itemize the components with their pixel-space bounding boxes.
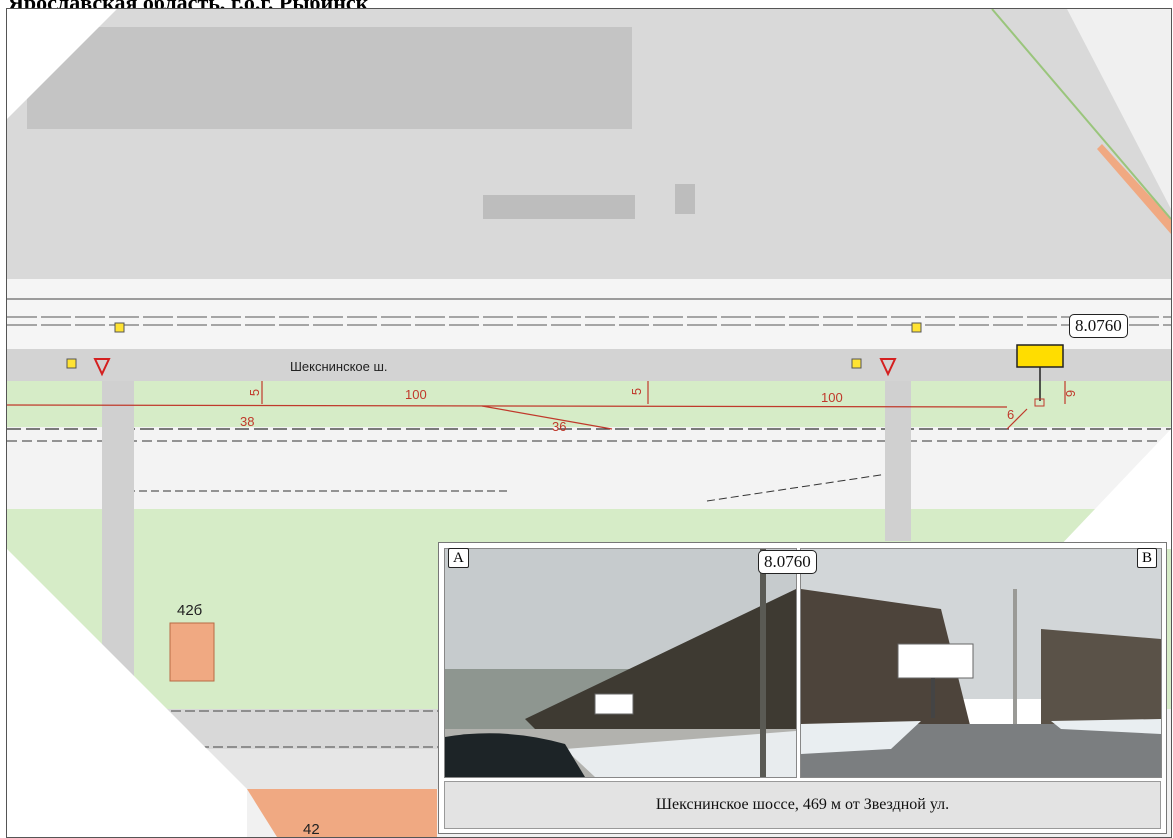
road-shekskinskoe [7,349,1171,381]
dimension-label-6-right: 6 [1063,389,1079,398]
plot-42b-shape [169,622,215,682]
street-label: Шекснинское ш. [290,359,388,374]
dimension-label-36: 36 [552,419,567,434]
photo-a-image [445,549,796,777]
billboard-marker-icon [1016,344,1064,368]
photo-a[interactable] [444,548,797,778]
distance-label-left: 100 [405,387,427,402]
photo-b[interactable] [800,548,1162,778]
dimension-label-5-left: 5 [247,388,263,397]
building-square [675,184,695,214]
photo-code-label: 8.0760 [758,550,817,574]
photo-a-tag: A [448,548,469,568]
building-rect [483,195,635,219]
dimension-label-38: 38 [240,414,255,429]
plot-label-42b: 42б [177,602,203,619]
plot-label-42: 42 [303,821,320,838]
plot-42-shape [247,789,437,837]
dimension-label-6-sign: 6 [1007,407,1015,422]
photo-caption: Шекснинское шоссе, 469 м от Звездной ул. [444,781,1161,829]
billboard-code-label: 8.0760 [1069,314,1128,338]
photo-b-tag: B [1137,548,1158,568]
upper-dark-block [27,27,632,129]
distance-label-right: 100 [821,390,843,405]
green-band [7,381,1171,427]
photo-panel: A B 8.0760 Шекснинское шоссе, 469 м от З… [438,542,1167,834]
photo-b-image [801,549,1161,777]
dimension-label-5-mid: 5 [629,387,645,396]
